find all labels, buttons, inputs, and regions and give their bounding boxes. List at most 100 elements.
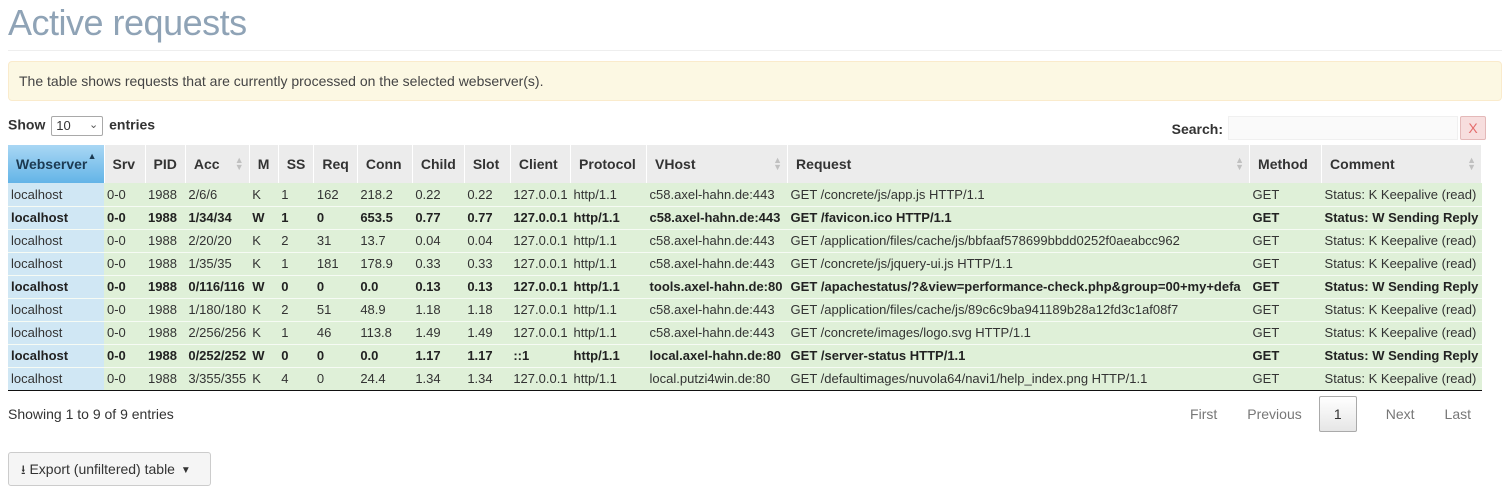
cell-m: W [249,344,279,368]
cell-pid: 1988 [145,183,186,207]
column-header-m[interactable]: M [249,145,279,183]
cell-acc: 1/34/34 [185,206,250,230]
cell-m: K [249,298,279,322]
entries-select[interactable]: 10 ⌄ [51,116,104,136]
cell-request: GET /apachestatus/?&view=performance-che… [787,275,1250,299]
column-header-acc[interactable]: Acc ▲ ▼ [185,145,250,183]
cell-m: W [249,206,279,230]
cell-vhost: local.axel-hahn.de:80 [646,344,788,368]
cell-conn: 24.4 [357,367,413,391]
column-header-method[interactable]: Method [1249,145,1323,183]
cell-req: 0 [313,206,358,230]
cell-protocol: http/1.1 [570,344,647,368]
cell-request: GET /application/files/cache/js/bbfaaf57… [787,229,1250,253]
cell-srv: 0-0 [104,344,145,368]
column-header-protocol[interactable]: Protocol [570,145,648,183]
cell-ss: 4 [278,367,314,391]
column-header-slot[interactable]: Slot [464,145,511,183]
column-header-srv[interactable]: Srv [104,145,146,183]
page-1-button[interactable]: 1 [1318,396,1357,432]
cell-vhost: c58.axel-hahn.de:443 [646,183,788,207]
column-header-child[interactable]: Child [412,145,465,183]
table-info: Showing 1 to 9 of 9 entries [8,406,174,422]
cell-ss: 0 [278,344,314,368]
cell-acc: 1/180/180 [185,298,250,322]
cell-webserver: localhost [8,321,104,345]
column-header-comment[interactable]: Comment ▲ ▼ [1321,145,1483,183]
cell-protocol: http/1.1 [570,298,647,322]
clear-search-button[interactable]: X [1460,116,1486,140]
cell-child: 0.13 [412,275,465,299]
next-page-button[interactable]: Next [1371,406,1430,422]
length-control: Show 10 ⌄ entries [8,116,155,136]
cell-comment: Status: K Keepalive (read) [1321,321,1482,345]
previous-page-button[interactable]: Previous [1232,406,1316,422]
cell-acc: 2/6/6 [185,183,250,207]
cell-conn: 178.9 [357,252,413,276]
cell-acc: 1/35/35 [185,252,250,276]
cell-srv: 0-0 [104,229,145,253]
cell-m: K [249,321,279,345]
last-page-button[interactable]: Last [1430,406,1486,422]
column-header-client[interactable]: Client [510,145,572,183]
cell-request: GET /defaultimages/nuvola64/navi1/help_i… [787,367,1250,391]
cell-child: 1.34 [412,367,465,391]
cell-webserver: localhost [8,344,104,368]
requests-table: Webserver ▲ Srv PID Acc ▲ ▼ M SS Req Conn C… [8,145,1483,391]
cell-acc: 3/355/355 [185,367,250,391]
cell-slot: 1.17 [464,344,511,368]
table-row: localhost 0-0 1988 2/6/6 K 1 162 218.2 0.22 0.22 1… [8,183,1482,207]
chevron-down-icon: ⌄ [89,119,99,131]
cell-child: 1.18 [412,298,465,322]
cell-method: GET [1249,206,1322,230]
cell-webserver: localhost [8,275,104,299]
cell-conn: 0.0 [357,344,413,368]
cell-child: 0.22 [412,183,465,207]
info-alert-text: The table shows requests that are curren… [19,73,544,89]
cell-req: 0 [313,275,358,299]
table-row: localhost 0-0 1988 2/20/20 K 2 31 13.7 0.04 0.04 1… [8,229,1482,253]
cell-req: 46 [313,321,358,345]
cell-srv: 0-0 [104,321,145,345]
entries-label: entries [109,116,156,133]
cell-req: 181 [313,252,358,276]
table-row: localhost 0-0 1988 1/180/180 K 2 51 48.9 1.18 1.1… [8,298,1482,322]
cell-ss: 1 [278,206,314,230]
table-row: localhost 0-0 1988 1/35/35 K 1 181 178.9 0.33 0.3… [8,252,1482,276]
cell-acc: 2/20/20 [185,229,250,253]
column-header-request[interactable]: Request ▲ ▼ [787,145,1251,183]
column-header-vhost[interactable]: VHost ▲ ▼ [646,145,789,183]
cell-acc: 2/256/256 [185,321,250,345]
cell-webserver: localhost [8,252,104,276]
export-table-button[interactable]: ⭳ Export (unfiltered) table ▼ [8,452,211,486]
column-header-webserver[interactable]: Webserver ▲ [8,145,105,183]
cell-request: GET /application/files/cache/js/89c6c9ba… [787,298,1250,322]
cell-conn: 218.2 [357,183,413,207]
cell-method: GET [1249,367,1322,391]
cell-comment: Status: W Sending Reply [1321,206,1482,230]
cell-srv: 0-0 [104,275,145,299]
cell-m: K [249,367,279,391]
cell-slot: 1.34 [464,367,511,391]
cell-vhost: c58.axel-hahn.de:443 [646,252,788,276]
cell-client: 127.0.0.1 [510,183,571,207]
cell-slot: 0.04 [464,229,511,253]
sort-icon: ▲ ▼ [1235,155,1245,172]
cell-protocol: http/1.1 [570,321,647,345]
column-header-conn[interactable]: Conn [357,145,413,183]
column-header-req[interactable]: Req [313,145,358,183]
cell-m: W [249,275,279,299]
cell-webserver: localhost [8,183,104,207]
cell-comment: Status: K Keepalive (read) [1321,367,1482,391]
caret-down-icon: ▼ [180,465,191,476]
cell-request: GET /concrete/js/jquery-ui.js HTTP/1.1 [787,252,1250,276]
column-header-ss[interactable]: SS [278,145,315,183]
first-page-button[interactable]: First [1175,406,1232,422]
table-row: localhost 0-0 1988 1/34/34 W 1 0 653.5 0.77 0.77 1… [8,206,1482,230]
cell-slot: 1.49 [464,321,511,345]
sort-asc-icon: ▲ [87,151,97,161]
sort-icon: ▲ ▼ [1467,155,1477,172]
search-input[interactable] [1228,116,1458,140]
cell-conn: 113.8 [357,321,413,345]
column-header-pid[interactable]: PID [145,145,186,183]
